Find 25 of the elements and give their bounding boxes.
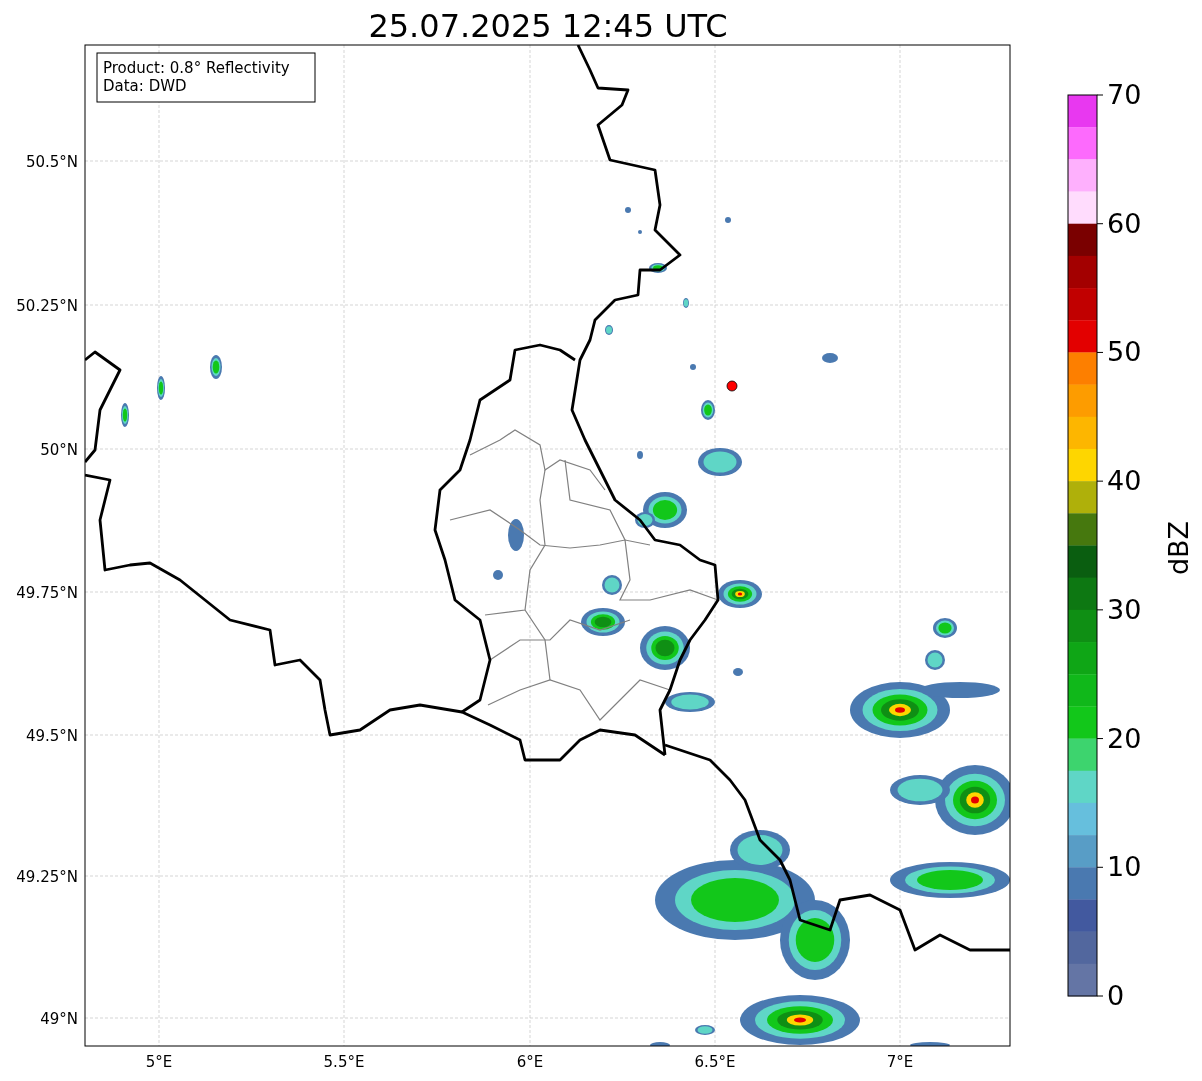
longitude-label: 6°E bbox=[516, 1053, 544, 1071]
chart-title: 25.07.2025 12:45 UTC bbox=[368, 7, 728, 45]
latitude-label: 49.5°N bbox=[25, 727, 78, 745]
latitude-label: 49°N bbox=[40, 1010, 78, 1028]
colorbar-tick-label: 20 bbox=[1107, 722, 1142, 754]
colorbar-label: dBZ bbox=[1163, 520, 1194, 576]
colorbar-tick-label: 60 bbox=[1107, 207, 1142, 239]
colorbar-tick-label: 70 bbox=[1107, 79, 1142, 110]
latitude-label: 50.5°N bbox=[25, 153, 78, 171]
longitude-label: 5.5°E bbox=[323, 1053, 365, 1071]
latitude-label: 49.75°N bbox=[16, 584, 78, 602]
latitude-label: 49.25°N bbox=[16, 868, 78, 886]
colorbar-tick-label: 0 bbox=[1107, 980, 1125, 1011]
latitude-label: 50°N bbox=[40, 441, 78, 459]
latitude-label: 50.25°N bbox=[16, 297, 78, 315]
legend-text: Product: 0.8° Reflectivity bbox=[103, 59, 290, 77]
colorbar-tick-label: 10 bbox=[1107, 851, 1142, 883]
longitude-label: 5°E bbox=[145, 1053, 173, 1071]
longitude-label: 7°E bbox=[886, 1053, 914, 1071]
colorbar-tick-label: 30 bbox=[1107, 593, 1142, 625]
longitude-label: 6.5°E bbox=[694, 1053, 736, 1071]
colorbar-tick-label: 50 bbox=[1107, 336, 1142, 368]
radar-site-marker bbox=[726, 380, 738, 392]
colorbar-tick-label: 40 bbox=[1107, 465, 1142, 497]
legend-text: Data: DWD bbox=[103, 77, 187, 95]
